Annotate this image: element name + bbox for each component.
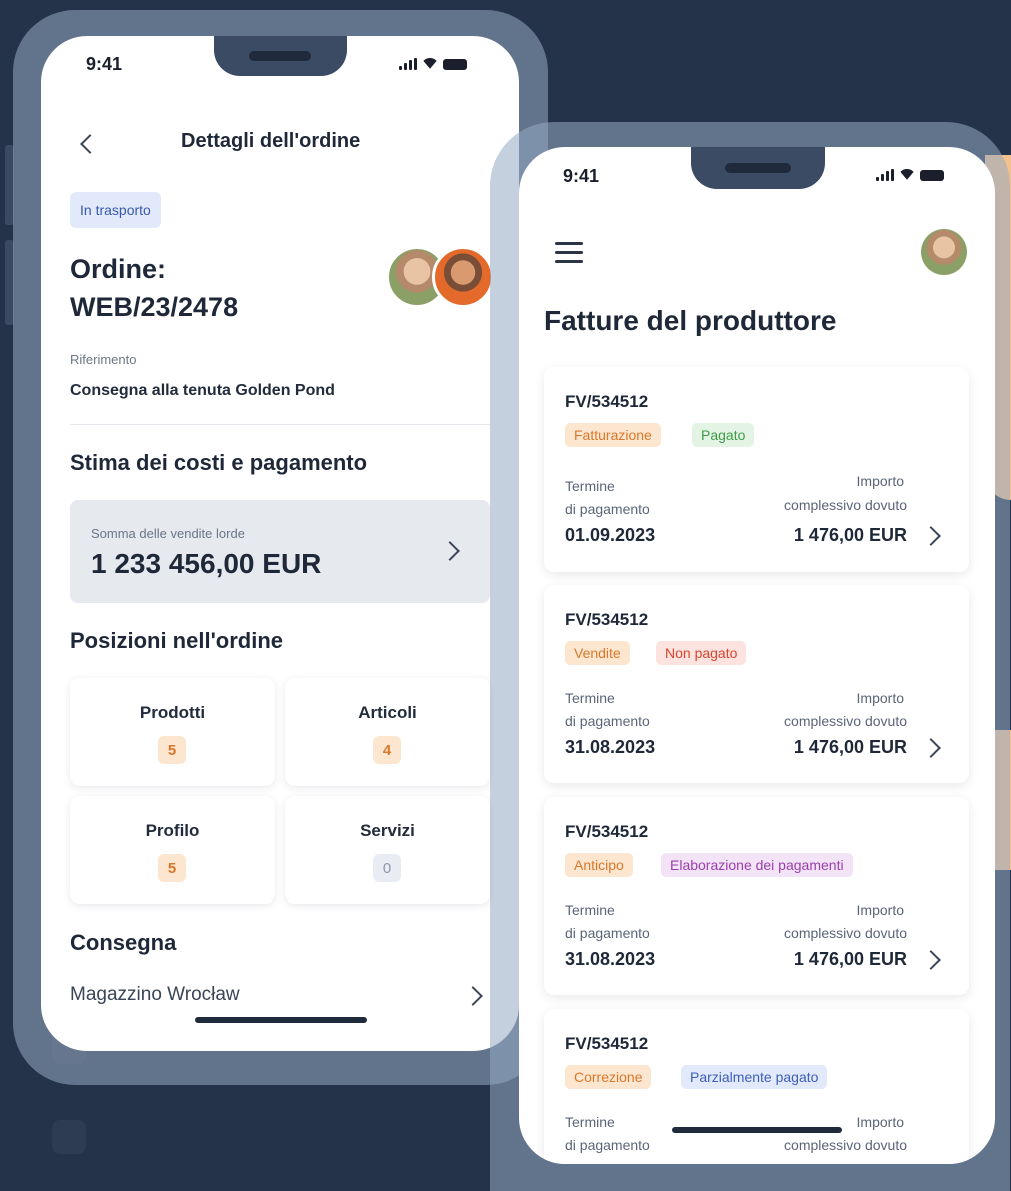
due-date: 31.08.2023 (565, 949, 656, 969)
status-tag: Elaborazione dei pagamenti (661, 853, 853, 877)
invoice-card[interactable]: FV/534512 Fatturazione Pagato Termine di… (544, 367, 969, 572)
reference-value: Consegna alla tenuta Golden Pond (70, 382, 335, 399)
amount-label: complessivo dovuto (784, 1137, 907, 1153)
amount-label: complessivo dovuto (784, 925, 907, 941)
amount-label: Importo (856, 473, 904, 489)
battery-icon (920, 170, 944, 181)
position-label: Prodotti (139, 703, 206, 722)
screen-title: Dettagli dell'ordine (181, 130, 361, 152)
due-label: di pagamento (565, 713, 650, 729)
menu-icon[interactable] (555, 242, 583, 269)
chevron-right-icon (440, 541, 460, 561)
invoice-card[interactable]: FV/534512 Anticipo Elaborazione dei paga… (544, 797, 969, 995)
status-time: 9:41 (86, 54, 123, 74)
invoice-card[interactable]: FV/534512 Vendite Non pagato Termine di … (544, 585, 969, 783)
amount-due: 1 476,00 EUR (793, 949, 907, 969)
speaker (725, 163, 791, 173)
amount-label: Importo (856, 1114, 904, 1130)
due-label: Termine (565, 690, 615, 706)
position-card-products[interactable]: Prodotti 5 (70, 678, 275, 786)
invoice-number: FV/534512 (565, 822, 649, 841)
invoice-number: FV/534512 (565, 610, 649, 629)
due-date: 31.08.2023 (565, 737, 656, 757)
gross-sales-card[interactable]: Somma delle vendite lorde 1 233 456,00 E… (70, 500, 490, 603)
type-tag: Anticipo (565, 853, 633, 877)
position-card-profile[interactable]: Profilo 5 (70, 796, 275, 904)
reference-label: Riferimento (70, 352, 137, 367)
invoice-card[interactable]: FV/534512 Correzione Parzialmente pagato… (544, 1009, 969, 1164)
status-icons (876, 169, 944, 181)
amount-label: complessivo dovuto (784, 713, 907, 729)
position-label: Articoli (358, 703, 417, 722)
status-chip: In trasporto (70, 192, 161, 228)
profile-avatar[interactable] (921, 229, 967, 275)
status-tag: Non pagato (656, 641, 747, 665)
position-count: 0 (373, 854, 401, 882)
due-label: Termine (565, 478, 615, 494)
chevron-right-icon (921, 526, 941, 546)
order-details-screen: 9:41 Dettagli dell'ordine In trasporto O… (41, 36, 519, 1051)
position-card-services[interactable]: Servizi 0 (285, 796, 490, 904)
position-card-articles[interactable]: Articoli 4 (285, 678, 490, 786)
due-date: 01.09.2023 (565, 525, 656, 545)
background-square (52, 1120, 86, 1154)
type-tag: Fatturazione (565, 423, 661, 447)
amount-label: Importo (856, 902, 904, 918)
invoice-number: FV/534512 (565, 392, 649, 411)
amount-due: 1 476,00 EUR (793, 525, 907, 545)
invoice-number: FV/534512 (565, 1034, 649, 1053)
notch (691, 147, 825, 189)
position-label: Servizi (360, 821, 415, 840)
home-indicator (195, 1017, 367, 1023)
status-tag: Parzialmente pagato (681, 1065, 828, 1089)
gross-sales-value: 1 233 456,00 EUR (91, 548, 322, 579)
chevron-right-icon (921, 738, 941, 758)
screen-title: Fatture del produttore (544, 305, 837, 336)
home-indicator (672, 1127, 842, 1133)
due-label: di pagamento (565, 1137, 650, 1153)
back-icon[interactable] (80, 134, 100, 154)
due-label: di pagamento (565, 501, 650, 517)
delivery-row[interactable]: Magazzino Wrocław (70, 980, 490, 1010)
signal-icon (399, 58, 417, 70)
gross-sales-label: Somma delle vendite lorde (91, 526, 245, 541)
due-label: Termine (565, 1114, 615, 1130)
notch (214, 36, 347, 76)
invoices-screen: 9:41 Fatture del produttore FV/534512 Fa… (519, 147, 995, 1164)
avatar (432, 246, 494, 308)
amount-label: Importo (856, 690, 904, 706)
delivery-title: Consegna (70, 930, 177, 955)
chevron-right-icon (921, 950, 941, 970)
type-tag: Correzione (565, 1065, 652, 1089)
position-label: Profilo (145, 821, 200, 840)
status-time: 9:41 (563, 166, 600, 186)
wifi-icon (422, 58, 438, 70)
order-label: Ordine: (70, 254, 167, 284)
amount-due: 1 476,00 EUR (793, 737, 907, 757)
speaker (249, 51, 311, 61)
position-count: 5 (158, 854, 186, 882)
chevron-right-icon (463, 986, 483, 1006)
due-label: di pagamento (565, 925, 650, 941)
battery-icon (443, 59, 467, 70)
position-count: 5 (158, 736, 186, 764)
signal-icon (876, 169, 894, 181)
wifi-icon (899, 169, 915, 181)
amount-label: complessivo dovuto (784, 497, 907, 513)
position-count: 4 (373, 736, 401, 764)
type-tag: Vendite (565, 641, 630, 665)
delivery-value: Magazzino Wrocław (70, 984, 240, 1005)
costs-title: Stima dei costi e pagamento (70, 450, 368, 475)
due-label: Termine (565, 902, 615, 918)
positions-title: Posizioni nell'ordine (70, 628, 284, 653)
order-number: WEB/23/2478 (70, 292, 239, 322)
status-tag: Pagato (692, 423, 755, 447)
divider (70, 424, 490, 425)
status-icons (399, 58, 467, 70)
